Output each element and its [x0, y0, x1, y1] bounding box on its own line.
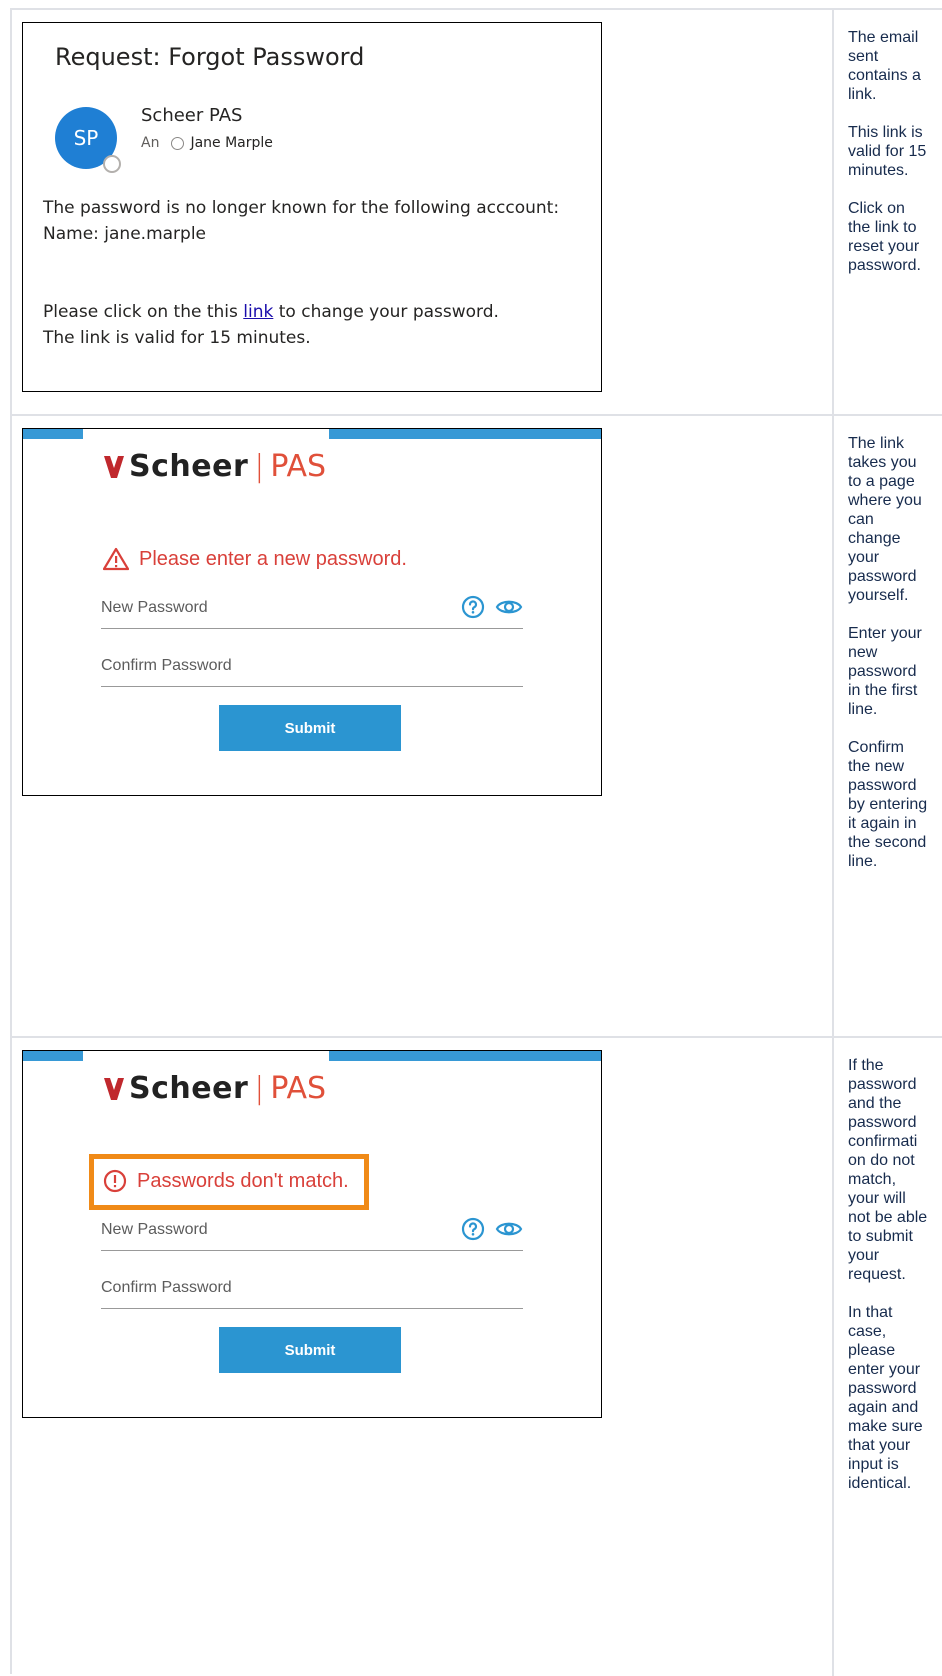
- confirm-password-placeholder: Confirm Password: [101, 657, 232, 674]
- eye-icon[interactable]: [495, 595, 523, 624]
- description-paragraph: This link is valid for 15 minutes.: [848, 124, 927, 179]
- body-text: Please click on the this: [43, 302, 244, 322]
- new-password-placeholder: New Password: [101, 1221, 208, 1238]
- scheer-pas-logo: Scheer | PAS: [103, 1071, 326, 1106]
- submit-button[interactable]: Submit: [219, 1327, 401, 1373]
- description-paragraph: The email sent contains a link.: [848, 29, 921, 103]
- error-icon: [103, 1169, 127, 1193]
- submit-button[interactable]: Submit: [219, 705, 401, 751]
- logo-text: Scheer: [129, 449, 249, 484]
- accent-bar: [23, 1051, 83, 1061]
- recipient-status-icon: [171, 136, 185, 150]
- accent-bar: [23, 429, 83, 439]
- error-text: Passwords don't match.: [137, 1169, 349, 1192]
- body-line: The link is valid for 15 minutes.: [43, 328, 311, 348]
- password-mismatch-form: Scheer | PAS Passwords don't match. New …: [22, 1050, 602, 1418]
- recipient-name: Jane Marple: [190, 135, 273, 151]
- body-text: to change your password.: [273, 302, 499, 322]
- description-cell: The email sent contains a link. This lin…: [836, 10, 942, 414]
- new-password-field[interactable]: New Password: [101, 1211, 523, 1251]
- description-paragraph: If the password and the password confirm…: [848, 1057, 928, 1283]
- reset-link[interactable]: link: [243, 302, 273, 322]
- help-icon[interactable]: [461, 595, 485, 624]
- description-paragraph: Click on the link to reset your password…: [848, 200, 921, 274]
- email-preview: Request: Forgot Password SP Scheer PAS A…: [22, 22, 602, 392]
- scheer-pas-logo: Scheer | PAS: [103, 449, 326, 484]
- presence-status-icon: [103, 155, 121, 173]
- table-row: Request: Forgot Password SP Scheer PAS A…: [12, 10, 942, 416]
- error-message: Passwords don't match.: [103, 1169, 349, 1193]
- password-reset-form: Scheer | PAS Please enter a new password…: [22, 428, 602, 796]
- table-row: Scheer | PAS Passwords don't match. New …: [12, 1038, 942, 1676]
- confirm-password-placeholder: Confirm Password: [101, 1279, 232, 1296]
- confirm-password-field[interactable]: Confirm Password: [101, 647, 523, 687]
- recipient-line: An Jane Marple: [141, 135, 273, 151]
- confirm-password-field[interactable]: Confirm Password: [101, 1269, 523, 1309]
- body-line: The password is no longer known for the …: [43, 198, 560, 218]
- scheer-logo-icon: [104, 455, 124, 478]
- accent-bar: [329, 1051, 601, 1061]
- description-paragraph: Enter your new password in the first lin…: [848, 625, 922, 718]
- logo-text: PAS: [270, 449, 327, 484]
- accent-bar: [329, 429, 601, 439]
- email-body: The password is no longer known for the …: [43, 195, 588, 351]
- recipient-prefix: An: [141, 135, 160, 151]
- sender-name: Scheer PAS: [141, 105, 243, 126]
- error-message: Please enter a new password.: [103, 547, 407, 571]
- logo-text: PAS: [270, 1071, 327, 1106]
- description-cell: If the password and the password confirm…: [836, 1038, 942, 1676]
- screenshot-cell: Scheer | PAS Passwords don't match. New …: [12, 1038, 834, 1676]
- documentation-table: Request: Forgot Password SP Scheer PAS A…: [10, 8, 942, 1676]
- description-paragraph: The link takes you to a page where you c…: [848, 435, 922, 604]
- table-row: Scheer | PAS Please enter a new password…: [12, 416, 942, 1038]
- avatar-initials: SP: [73, 126, 99, 150]
- logo-text: Scheer: [129, 1071, 249, 1106]
- screenshot-cell: Request: Forgot Password SP Scheer PAS A…: [12, 10, 834, 414]
- logo-separator: |: [254, 1071, 265, 1106]
- email-subject: Request: Forgot Password: [55, 43, 365, 71]
- eye-icon[interactable]: [495, 1217, 523, 1246]
- body-line: Please click on the this link to change …: [43, 299, 588, 325]
- new-password-placeholder: New Password: [101, 599, 208, 616]
- scheer-logo-icon: [104, 1077, 124, 1100]
- screenshot-cell: Scheer | PAS Please enter a new password…: [12, 416, 834, 1036]
- description-cell: The link takes you to a page where you c…: [836, 416, 942, 1036]
- logo-separator: |: [254, 449, 265, 484]
- description-paragraph: Confirm the new password by entering it …: [848, 739, 928, 870]
- body-line: Name: jane.marple: [43, 224, 207, 244]
- error-text: Please enter a new password.: [139, 547, 407, 570]
- warning-icon: [103, 547, 129, 571]
- help-icon[interactable]: [461, 1217, 485, 1246]
- new-password-field[interactable]: New Password: [101, 589, 523, 629]
- description-paragraph: In that case, please enter your password…: [848, 1304, 923, 1492]
